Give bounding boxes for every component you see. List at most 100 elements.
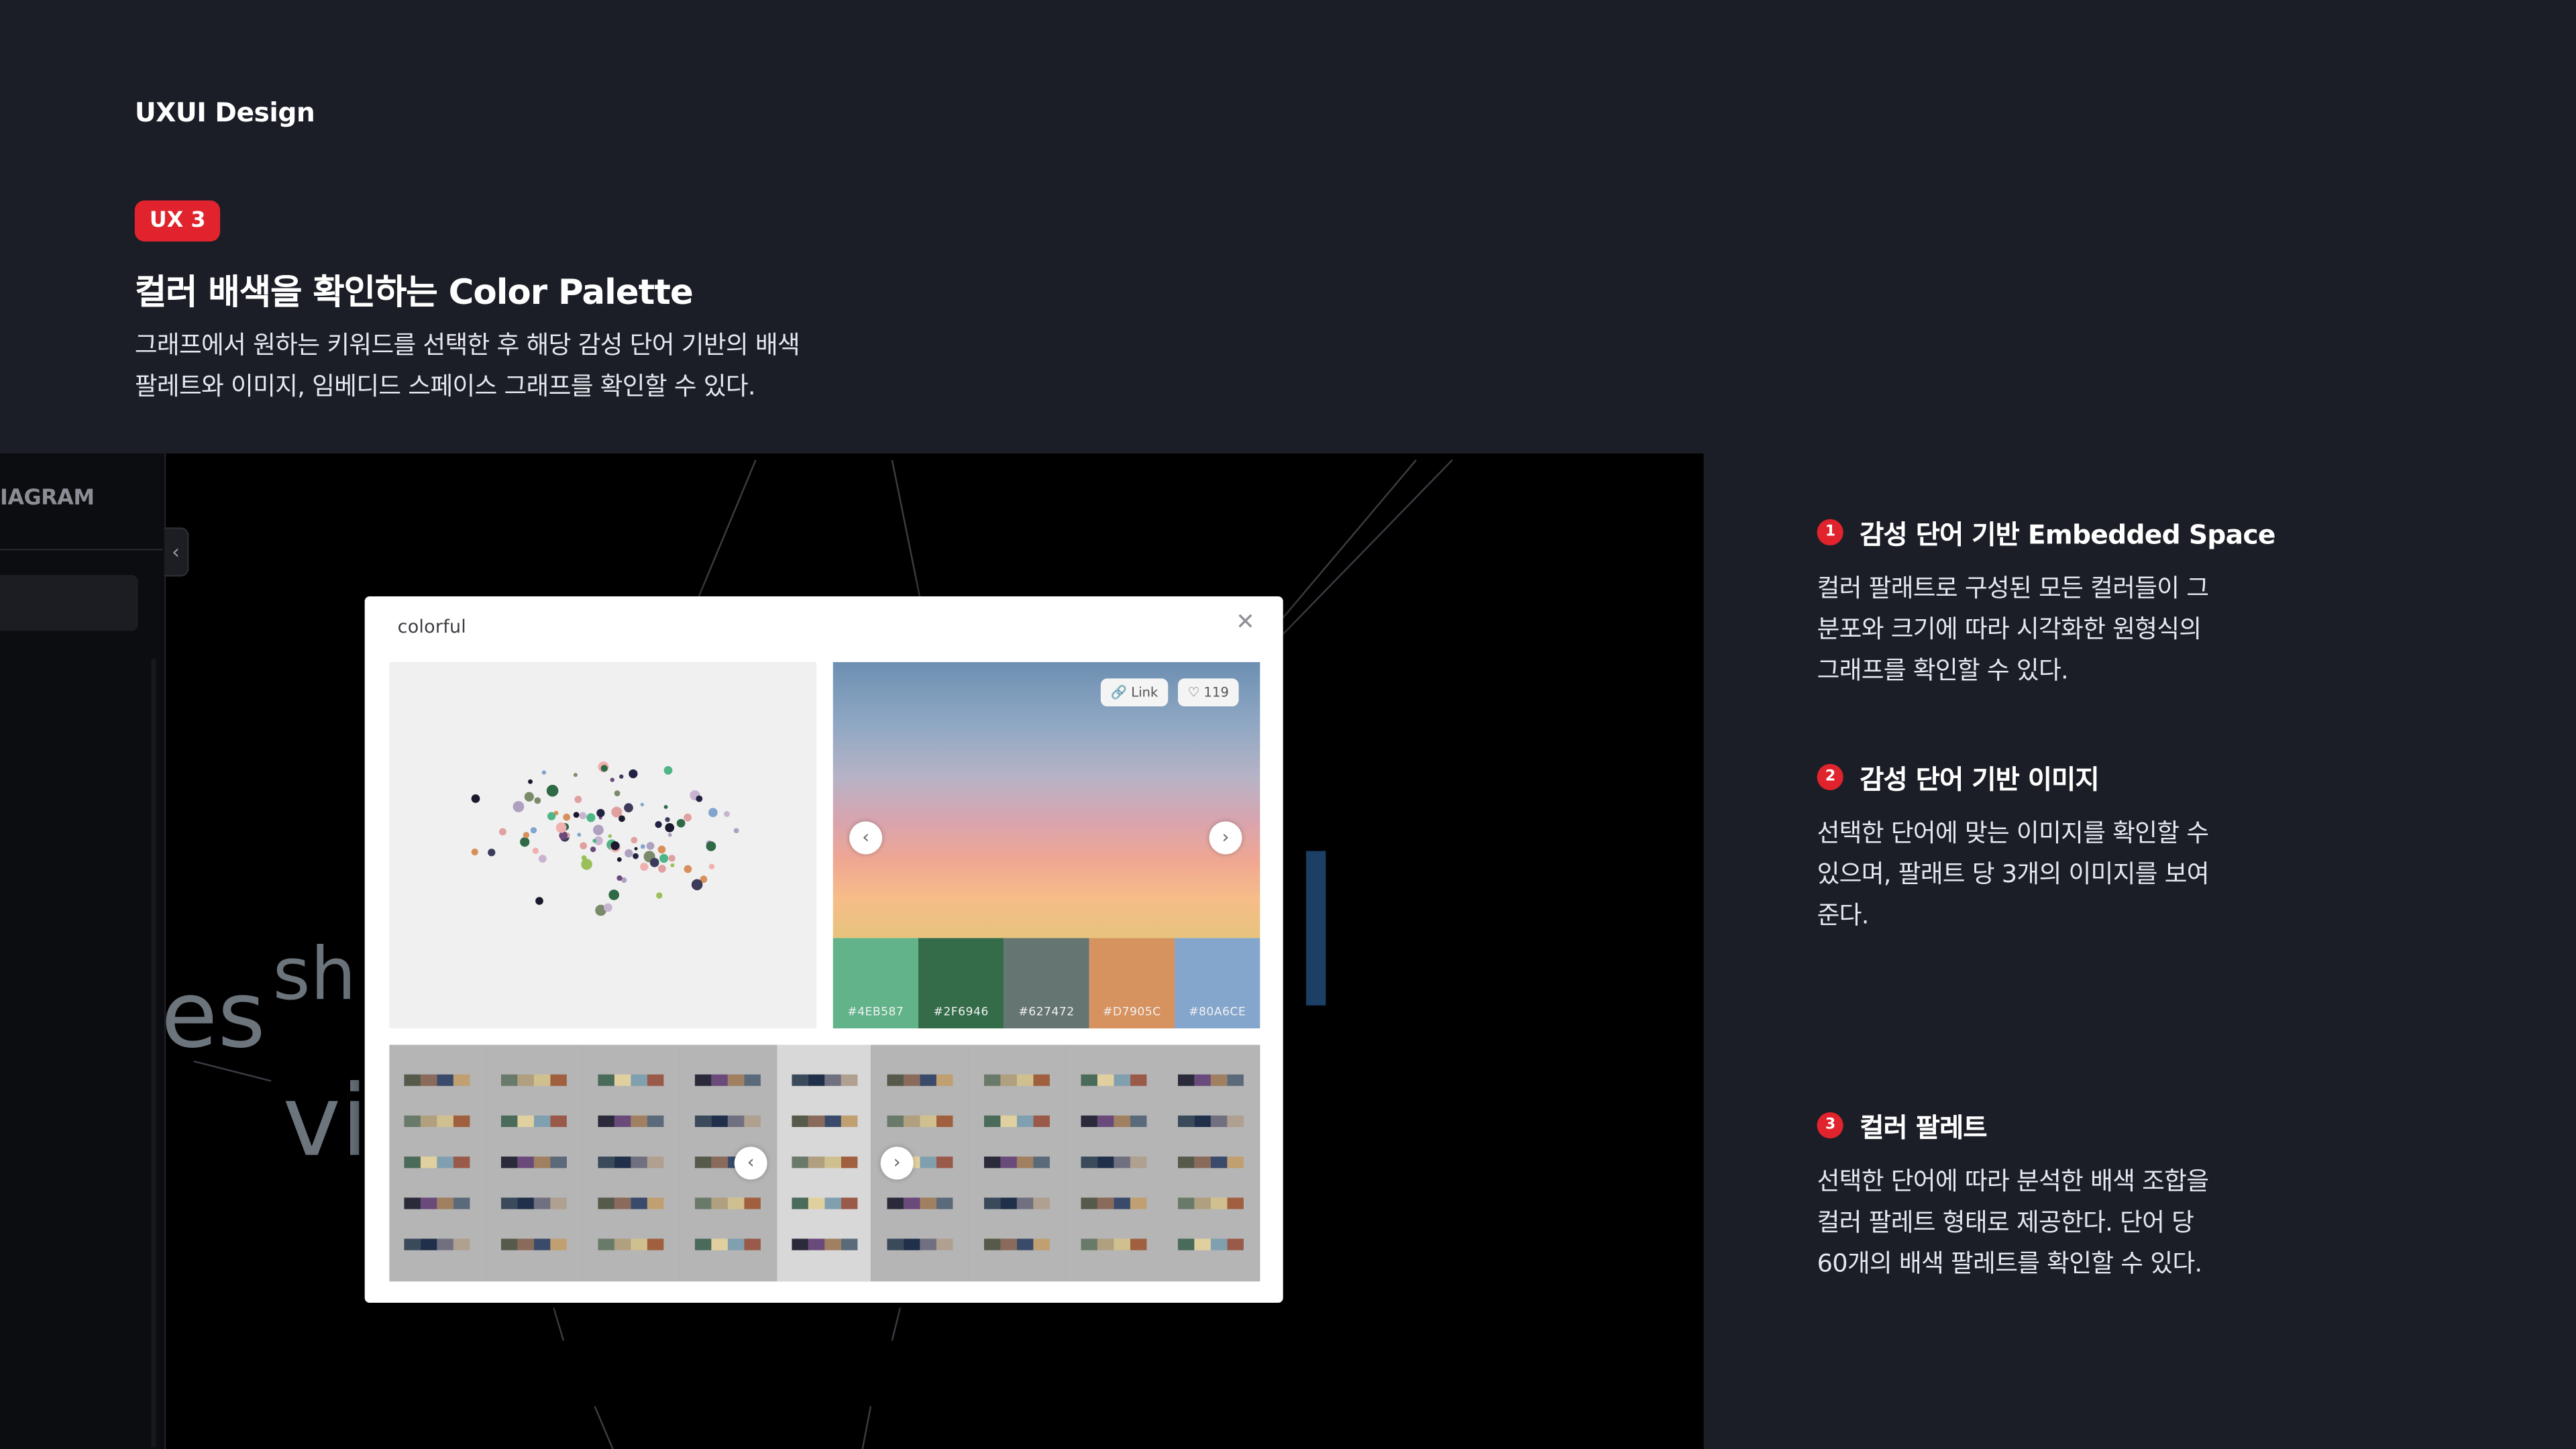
palette-row[interactable]	[1081, 1238, 1147, 1250]
scatter-dot[interactable]	[696, 795, 703, 802]
chevron-left-icon[interactable]: ‹	[849, 821, 883, 855]
swatch[interactable]: #80A6CE	[1175, 938, 1260, 1029]
scatter-dot[interactable]	[592, 839, 597, 843]
palette-row[interactable]	[694, 1238, 761, 1250]
scatter-dot[interactable]	[535, 897, 543, 905]
color-palette-list[interactable]	[389, 1044, 1260, 1282]
scatter-dot[interactable]	[663, 805, 668, 809]
scatter-dot[interactable]	[581, 859, 592, 870]
scatter-dot[interactable]	[633, 853, 639, 859]
scatter-dot[interactable]	[640, 802, 645, 806]
palette-row[interactable]	[888, 1115, 954, 1128]
palette-row[interactable]	[791, 1197, 857, 1210]
graph-word[interactable]: sh	[273, 933, 356, 1017]
close-icon[interactable]: ✕	[1232, 610, 1258, 636]
scatter-dot[interactable]	[574, 796, 582, 804]
scatter-dot[interactable]	[547, 812, 556, 820]
scatter-dot[interactable]	[631, 837, 638, 844]
scatter-dot[interactable]	[625, 849, 633, 858]
scatter-dot[interactable]	[665, 817, 670, 822]
scatter-dot[interactable]	[649, 857, 659, 867]
scatter-dot[interactable]	[634, 847, 638, 851]
palette-row[interactable]	[1081, 1197, 1147, 1210]
scatter-dot[interactable]	[708, 863, 715, 870]
palette-row[interactable]	[1178, 1157, 1244, 1169]
scatter-dot[interactable]	[619, 774, 624, 779]
palette-row[interactable]	[404, 1157, 470, 1169]
scatter-dot[interactable]	[604, 903, 612, 912]
palette-row[interactable]	[500, 1238, 567, 1250]
palette-row[interactable]	[1178, 1074, 1244, 1086]
embedded-space-graph[interactable]	[389, 661, 817, 1029]
scatter-dot[interactable]	[573, 812, 580, 818]
palette-column[interactable]	[1066, 1044, 1162, 1282]
scatter-dot[interactable]	[706, 841, 716, 851]
scatter-dot[interactable]	[532, 847, 539, 854]
scatter-dot[interactable]	[600, 765, 608, 772]
scatter-dot[interactable]	[596, 808, 605, 818]
scatter-dot[interactable]	[667, 833, 672, 837]
scatter-dot[interactable]	[590, 846, 596, 853]
swatch[interactable]: #D7905C	[1089, 938, 1175, 1029]
palette-row[interactable]	[404, 1074, 470, 1086]
scatter-dot[interactable]	[610, 841, 620, 851]
scatter-dot[interactable]	[676, 818, 686, 828]
palette-column[interactable]	[389, 1044, 485, 1282]
scatter-dot[interactable]	[530, 827, 537, 834]
scatter-dot[interactable]	[520, 837, 530, 847]
scatter-dot[interactable]	[523, 832, 530, 839]
scatter-dot[interactable]	[608, 834, 612, 838]
palette-row[interactable]	[984, 1197, 1051, 1210]
graph-word[interactable]: es	[161, 963, 266, 1069]
palette-row[interactable]	[791, 1238, 857, 1250]
scatter-dot[interactable]	[608, 890, 620, 900]
palette-row[interactable]	[500, 1157, 567, 1169]
scatter-dot[interactable]	[640, 844, 645, 849]
palette-row[interactable]	[597, 1157, 663, 1169]
scatter-dot[interactable]	[555, 822, 567, 833]
palette-row[interactable]	[1081, 1115, 1147, 1128]
scatter-dot[interactable]	[579, 812, 587, 820]
scatter-dot[interactable]	[640, 862, 649, 871]
scatter-dot[interactable]	[541, 770, 547, 775]
palette-column[interactable]	[486, 1044, 582, 1282]
scatter-dot[interactable]	[610, 777, 614, 782]
palette-row[interactable]	[694, 1115, 761, 1128]
sidebar-item[interactable]	[0, 575, 138, 631]
chevron-right-icon[interactable]: ›	[1209, 821, 1242, 855]
palette-row[interactable]	[597, 1115, 663, 1128]
scatter-dot[interactable]	[670, 863, 675, 867]
link-button[interactable]: 🔗 Link	[1100, 678, 1168, 707]
scatter-dot[interactable]	[513, 801, 525, 812]
palette-row[interactable]	[888, 1197, 954, 1210]
palette-row[interactable]	[1081, 1157, 1147, 1169]
palette-row[interactable]	[500, 1074, 567, 1086]
scatter-dot[interactable]	[593, 824, 604, 836]
palette-column[interactable]	[1163, 1044, 1258, 1282]
palette-column[interactable]	[582, 1044, 678, 1282]
palette-column[interactable]	[969, 1044, 1065, 1282]
palette-row[interactable]	[694, 1074, 761, 1086]
scatter-dot[interactable]	[629, 769, 638, 779]
palette-row[interactable]	[984, 1238, 1051, 1250]
scatter-dot[interactable]	[471, 794, 480, 803]
swatch[interactable]: #2F6946	[918, 938, 1004, 1029]
chevron-right-icon[interactable]: ›	[880, 1146, 914, 1180]
scatter-dot[interactable]	[614, 790, 621, 797]
palette-row[interactable]	[791, 1115, 857, 1128]
scatter-dot[interactable]	[488, 849, 496, 857]
scatter-dot[interactable]	[616, 875, 623, 881]
scatter-dot[interactable]	[563, 813, 571, 821]
palette-column[interactable]	[776, 1044, 871, 1282]
palette-row[interactable]	[791, 1074, 857, 1086]
palette-row[interactable]	[597, 1074, 663, 1086]
palette-row[interactable]	[1081, 1074, 1147, 1086]
palette-row[interactable]	[404, 1197, 470, 1210]
scatter-dot[interactable]	[546, 784, 559, 797]
scatter-dot[interactable]	[539, 855, 547, 863]
scatter-dot[interactable]	[656, 892, 663, 899]
scatter-dot[interactable]	[624, 803, 633, 813]
chevron-left-icon[interactable]: ‹	[734, 1146, 767, 1180]
graph-word[interactable]: vi	[282, 1065, 368, 1179]
scatter-dot[interactable]	[724, 811, 730, 817]
